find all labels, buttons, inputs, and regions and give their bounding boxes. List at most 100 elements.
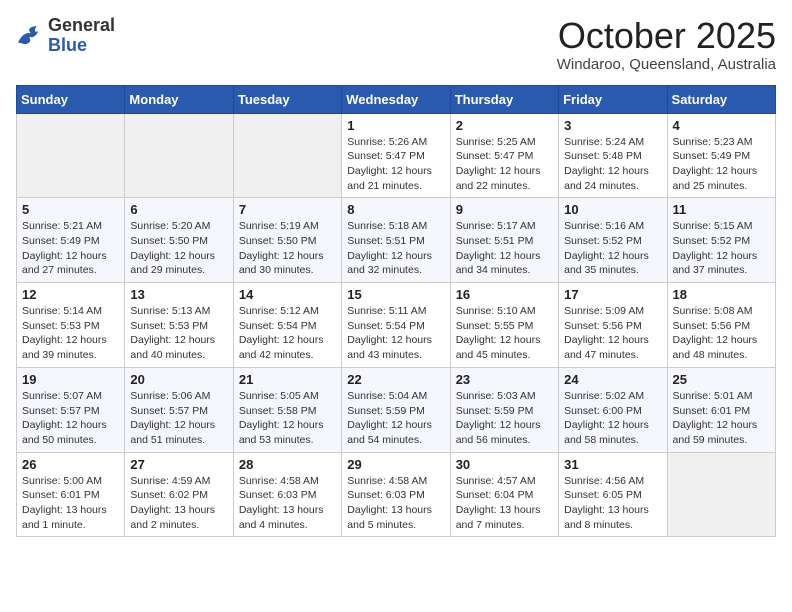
calendar-cell: 22Sunrise: 5:04 AM Sunset: 5:59 PM Dayli…	[342, 367, 450, 452]
day-number: 25	[673, 372, 770, 387]
day-number: 27	[130, 457, 227, 472]
day-info: Sunrise: 5:03 AM Sunset: 5:59 PM Dayligh…	[456, 389, 553, 448]
calendar-cell: 10 Sunrise: 5:16 AM Sunset: 5:52 PM Dayli…	[559, 198, 667, 283]
calendar-cell: 20 Sunrise: 5:06 AM Sunset: 5:57 PM Dayli…	[125, 367, 233, 452]
day-number: 13	[130, 287, 227, 302]
day-of-week-header: Tuesday	[233, 85, 341, 113]
page-header: General Blue October 2025 Windaroo, Quee…	[16, 16, 776, 73]
day-info: Sunrise: 5:23 AM Sunset: 5:49 PM Dayligh…	[673, 135, 770, 194]
calendar-cell: 26 Sunrise: 5:00 AM Sunset: 6:01 PM Dayli…	[17, 452, 125, 537]
day-number: 26	[22, 457, 119, 472]
day-of-week-header: Wednesday	[342, 85, 450, 113]
calendar-week-row: 5Sunrise: 5:21 AM Sunset: 5:49 PM Daylig…	[17, 198, 776, 283]
day-number: 15	[347, 287, 444, 302]
calendar-cell	[125, 113, 233, 198]
calendar-header-row: SundayMondayTuesdayWednesdayThursdayFrid…	[17, 85, 776, 113]
day-number: 24	[564, 372, 661, 387]
calendar-cell: 21 Sunrise: 5:05 AM Sunset: 5:58 PM Dayli…	[233, 367, 341, 452]
location-subtitle: Windaroo, Queensland, Australia	[557, 56, 776, 73]
day-of-week-header: Monday	[125, 85, 233, 113]
day-number: 4	[673, 118, 770, 133]
day-number: 5	[22, 202, 119, 217]
calendar-cell: 7Sunrise: 5:19 AM Sunset: 5:50 PM Daylig…	[233, 198, 341, 283]
day-info: Sunrise: 4:58 AM Sunset: 6:03 PM Dayligh…	[347, 474, 444, 533]
day-info: Sunrise: 5:17 AM Sunset: 5:51 PM Dayligh…	[456, 219, 553, 278]
month-title: October 2025	[557, 16, 776, 56]
calendar-cell: 12Sunrise: 5:14 AM Sunset: 5:53 PM Dayli…	[17, 283, 125, 368]
day-info: Sunrise: 5:08 AM Sunset: 5:56 PM Dayligh…	[673, 304, 770, 363]
calendar-week-row: 26 Sunrise: 5:00 AM Sunset: 6:01 PM Dayli…	[17, 452, 776, 537]
day-number: 22	[347, 372, 444, 387]
day-number: 29	[347, 457, 444, 472]
day-number: 28	[239, 457, 336, 472]
calendar-cell: 18 Sunrise: 5:08 AM Sunset: 5:56 PM Dayli…	[667, 283, 775, 368]
day-number: 31	[564, 457, 661, 472]
calendar-cell: 5Sunrise: 5:21 AM Sunset: 5:49 PM Daylig…	[17, 198, 125, 283]
calendar-cell: 19 Sunrise: 5:07 AM Sunset: 5:57 PM Dayli…	[17, 367, 125, 452]
calendar-cell: 30Sunrise: 4:57 AM Sunset: 6:04 PM Dayli…	[450, 452, 558, 537]
day-number: 19	[22, 372, 119, 387]
day-info: Sunrise: 5:25 AM Sunset: 5:47 PM Dayligh…	[456, 135, 553, 194]
day-number: 20	[130, 372, 227, 387]
calendar-cell: 13 Sunrise: 5:13 AM Sunset: 5:53 PM Dayli…	[125, 283, 233, 368]
calendar-week-row: 12Sunrise: 5:14 AM Sunset: 5:53 PM Dayli…	[17, 283, 776, 368]
day-number: 6	[130, 202, 227, 217]
day-info: Sunrise: 5:06 AM Sunset: 5:57 PM Dayligh…	[130, 389, 227, 448]
calendar-cell: 31 Sunrise: 4:56 AM Sunset: 6:05 PM Dayli…	[559, 452, 667, 537]
day-of-week-header: Thursday	[450, 85, 558, 113]
day-number: 23	[456, 372, 553, 387]
day-number: 17	[564, 287, 661, 302]
calendar-cell	[667, 452, 775, 537]
calendar-cell	[233, 113, 341, 198]
day-number: 9	[456, 202, 553, 217]
calendar-cell: 8 Sunrise: 5:18 AM Sunset: 5:51 PM Daylig…	[342, 198, 450, 283]
day-info: Sunrise: 5:12 AM Sunset: 5:54 PM Dayligh…	[239, 304, 336, 363]
logo-text: General Blue	[48, 16, 115, 56]
day-number: 8	[347, 202, 444, 217]
day-info: Sunrise: 5:11 AM Sunset: 5:54 PM Dayligh…	[347, 304, 444, 363]
day-of-week-header: Saturday	[667, 85, 775, 113]
day-info: Sunrise: 4:58 AM Sunset: 6:03 PM Dayligh…	[239, 474, 336, 533]
day-info: Sunrise: 5:24 AM Sunset: 5:48 PM Dayligh…	[564, 135, 661, 194]
day-of-week-header: Sunday	[17, 85, 125, 113]
logo-blue: Blue	[48, 35, 87, 55]
calendar-cell: 3Sunrise: 5:24 AM Sunset: 5:48 PM Daylig…	[559, 113, 667, 198]
day-info: Sunrise: 5:18 AM Sunset: 5:51 PM Dayligh…	[347, 219, 444, 278]
day-info: Sunrise: 5:02 AM Sunset: 6:00 PM Dayligh…	[564, 389, 661, 448]
calendar-cell: 28 Sunrise: 4:58 AM Sunset: 6:03 PM Dayli…	[233, 452, 341, 537]
calendar-cell: 25 Sunrise: 5:01 AM Sunset: 6:01 PM Dayli…	[667, 367, 775, 452]
day-number: 18	[673, 287, 770, 302]
day-info: Sunrise: 5:00 AM Sunset: 6:01 PM Dayligh…	[22, 474, 119, 533]
day-info: Sunrise: 5:09 AM Sunset: 5:56 PM Dayligh…	[564, 304, 661, 363]
calendar-week-row: 1Sunrise: 5:26 AM Sunset: 5:47 PM Daylig…	[17, 113, 776, 198]
day-number: 11	[673, 202, 770, 217]
day-info: Sunrise: 5:05 AM Sunset: 5:58 PM Dayligh…	[239, 389, 336, 448]
day-info: Sunrise: 4:59 AM Sunset: 6:02 PM Dayligh…	[130, 474, 227, 533]
logo-general: General	[48, 15, 115, 35]
day-info: Sunrise: 5:19 AM Sunset: 5:50 PM Dayligh…	[239, 219, 336, 278]
bird-icon	[16, 24, 44, 48]
day-info: Sunrise: 5:10 AM Sunset: 5:55 PM Dayligh…	[456, 304, 553, 363]
calendar-cell: 14Sunrise: 5:12 AM Sunset: 5:54 PM Dayli…	[233, 283, 341, 368]
calendar-cell: 23 Sunrise: 5:03 AM Sunset: 5:59 PM Dayli…	[450, 367, 558, 452]
day-number: 1	[347, 118, 444, 133]
day-info: Sunrise: 5:14 AM Sunset: 5:53 PM Dayligh…	[22, 304, 119, 363]
day-info: Sunrise: 4:56 AM Sunset: 6:05 PM Dayligh…	[564, 474, 661, 533]
calendar-cell: 4 Sunrise: 5:23 AM Sunset: 5:49 PM Daylig…	[667, 113, 775, 198]
day-number: 21	[239, 372, 336, 387]
day-number: 10	[564, 202, 661, 217]
day-number: 16	[456, 287, 553, 302]
logo: General Blue	[16, 16, 115, 56]
calendar-cell: 17 Sunrise: 5:09 AM Sunset: 5:56 PM Dayli…	[559, 283, 667, 368]
calendar-cell: 27 Sunrise: 4:59 AM Sunset: 6:02 PM Dayli…	[125, 452, 233, 537]
day-info: Sunrise: 5:16 AM Sunset: 5:52 PM Dayligh…	[564, 219, 661, 278]
calendar-cell: 11Sunrise: 5:15 AM Sunset: 5:52 PM Dayli…	[667, 198, 775, 283]
day-info: Sunrise: 5:13 AM Sunset: 5:53 PM Dayligh…	[130, 304, 227, 363]
calendar-cell: 1Sunrise: 5:26 AM Sunset: 5:47 PM Daylig…	[342, 113, 450, 198]
calendar-cell: 6Sunrise: 5:20 AM Sunset: 5:50 PM Daylig…	[125, 198, 233, 283]
calendar-cell	[17, 113, 125, 198]
day-info: Sunrise: 5:01 AM Sunset: 6:01 PM Dayligh…	[673, 389, 770, 448]
day-info: Sunrise: 5:07 AM Sunset: 5:57 PM Dayligh…	[22, 389, 119, 448]
calendar-cell: 16 Sunrise: 5:10 AM Sunset: 5:55 PM Dayli…	[450, 283, 558, 368]
day-info: Sunrise: 4:57 AM Sunset: 6:04 PM Dayligh…	[456, 474, 553, 533]
